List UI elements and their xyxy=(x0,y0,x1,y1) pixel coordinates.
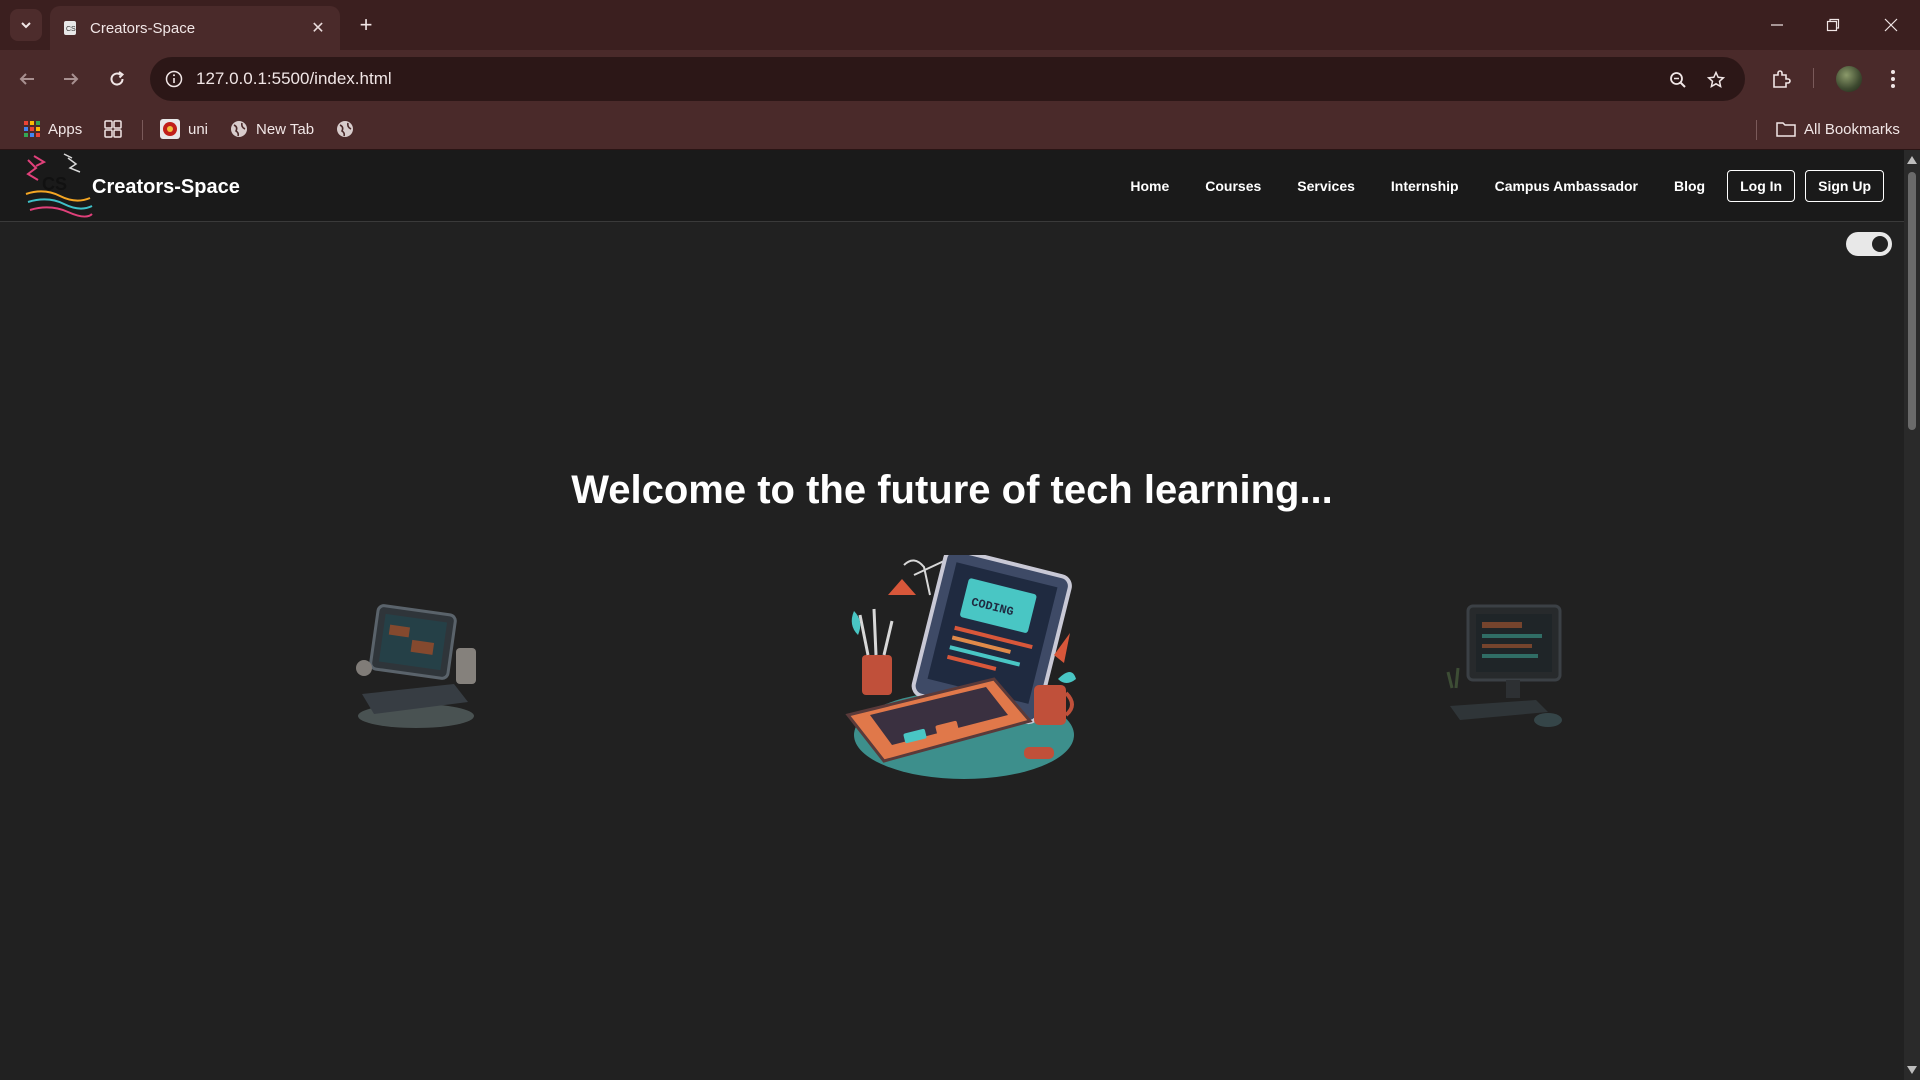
arrow-left-icon xyxy=(19,73,34,85)
address-bar[interactable]: 127.0.0.1:5500/index.html xyxy=(150,57,1745,101)
tab-groups-icon xyxy=(104,120,122,138)
uni-favicon-icon xyxy=(160,119,180,139)
scroll-up-arrow-icon[interactable] xyxy=(1906,154,1918,166)
toggle-knob xyxy=(1872,236,1888,252)
forward-button[interactable] xyxy=(56,64,86,94)
nav-blog[interactable]: Blog xyxy=(1674,178,1705,194)
nav-home[interactable]: Home xyxy=(1130,178,1169,194)
browser-tab[interactable]: CS Creators-Space ✕ xyxy=(50,6,340,50)
bookmarks-divider xyxy=(1756,120,1757,140)
site-nav-links: Home Courses Services Internship Campus … xyxy=(1130,170,1884,202)
nav-courses[interactable]: Courses xyxy=(1205,178,1261,194)
toolbar-divider xyxy=(1813,68,1814,88)
center-coding-illustration: CODING xyxy=(845,555,1076,779)
web-page: CS Creators-Space Home Courses Services … xyxy=(0,150,1920,1080)
url-text[interactable]: 127.0.0.1:5500/index.html xyxy=(196,69,392,89)
restore-icon xyxy=(1826,18,1840,32)
globe-icon xyxy=(230,120,248,138)
bookmark-tab-groups[interactable] xyxy=(104,116,130,142)
site-logo[interactable]: CS xyxy=(24,152,94,220)
minimize-button[interactable] xyxy=(1754,10,1800,40)
scroll-down-arrow-icon[interactable] xyxy=(1906,1064,1918,1076)
minimize-icon xyxy=(1771,24,1783,26)
bookmark-new-tab[interactable]: New Tab xyxy=(230,116,314,142)
reload-icon xyxy=(110,71,125,86)
page-scrollbar[interactable] xyxy=(1904,150,1920,1080)
tab-search-button[interactable] xyxy=(10,9,42,41)
site-navbar: CS Creators-Space Home Courses Services … xyxy=(0,150,1904,222)
scrollbar-thumb[interactable] xyxy=(1908,172,1916,430)
bookmarks-divider xyxy=(142,120,143,140)
bookmark-globe[interactable] xyxy=(336,116,362,142)
tab-title: Creators-Space xyxy=(90,19,196,37)
bookmark-uni[interactable]: uni xyxy=(160,116,208,142)
close-window-button[interactable] xyxy=(1868,10,1914,40)
right-illustration xyxy=(1446,604,1562,727)
all-bookmarks-label: All Bookmarks xyxy=(1804,120,1900,138)
close-tab-icon[interactable]: ✕ xyxy=(308,18,328,38)
more-vertical-icon xyxy=(1891,70,1895,88)
bookmark-label: New Tab xyxy=(256,120,315,138)
browser-toolbar: 127.0.0.1:5500/index.html xyxy=(0,50,1920,108)
back-button[interactable] xyxy=(12,64,42,94)
arrow-right-icon xyxy=(64,73,79,85)
nav-campus-ambassador[interactable]: Campus Ambassador xyxy=(1495,178,1638,194)
profile-button[interactable] xyxy=(1834,64,1864,94)
close-icon xyxy=(1884,18,1898,32)
bookmark-label: Apps xyxy=(48,120,83,138)
globe-icon xyxy=(336,120,354,138)
apps-grid-icon xyxy=(24,121,40,137)
bookmark-label: uni xyxy=(188,120,209,138)
svg-text:CS: CS xyxy=(66,26,76,33)
hero-title: Welcome to the future of tech learning..… xyxy=(571,468,1333,512)
new-tab-button[interactable]: + xyxy=(352,11,380,39)
nav-internship[interactable]: Internship xyxy=(1391,178,1459,194)
zoom-icon[interactable] xyxy=(1665,67,1691,93)
browser-tab-bar: CS Creators-Space ✕ + xyxy=(0,0,1920,50)
avatar xyxy=(1836,66,1862,92)
signup-button[interactable]: Sign Up xyxy=(1805,170,1884,202)
bookmark-apps[interactable]: Apps xyxy=(24,116,82,142)
bookmarks-bar: Apps uni New Tab All Bookmarks xyxy=(0,108,1920,150)
site-info-icon[interactable] xyxy=(160,65,188,93)
folder-icon xyxy=(1776,121,1796,137)
nav-services[interactable]: Services xyxy=(1297,178,1355,194)
extensions-button[interactable] xyxy=(1766,64,1796,94)
page-favicon-icon: CS xyxy=(62,20,78,36)
left-illustration xyxy=(356,604,476,728)
dark-mode-toggle[interactable] xyxy=(1846,232,1892,256)
restore-button[interactable] xyxy=(1810,10,1856,40)
puzzle-icon xyxy=(1773,70,1791,88)
browser-menu-button[interactable] xyxy=(1878,64,1908,94)
reload-button[interactable] xyxy=(102,64,132,94)
bookmark-star-icon[interactable] xyxy=(1703,67,1729,93)
all-bookmarks-button[interactable]: All Bookmarks xyxy=(1776,116,1900,142)
chevron-down-icon xyxy=(21,22,31,29)
site-brand[interactable]: Creators-Space xyxy=(92,176,240,199)
login-button[interactable]: Log In xyxy=(1727,170,1796,202)
